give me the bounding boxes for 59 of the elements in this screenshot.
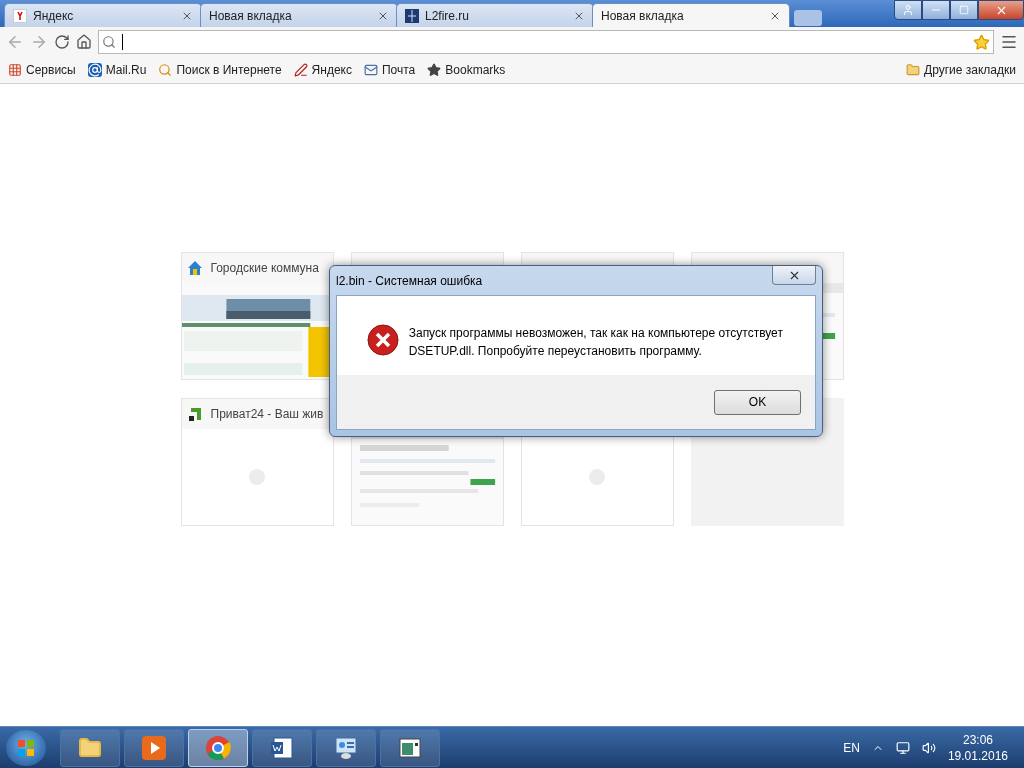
reload-icon[interactable] [54,34,70,50]
apps-grid-icon [8,63,22,77]
clock[interactable]: 23:06 19.01.2016 [947,732,1018,763]
profile-button[interactable] [894,0,922,20]
star-icon [427,63,442,77]
control-panel-icon [334,735,358,760]
window-icon [398,735,422,760]
bookmark-item[interactable]: Яндекс [293,63,352,77]
close-button[interactable] [978,0,1024,20]
taskbar-app[interactable] [124,728,184,767]
folder-icon [906,63,921,77]
search-icon [158,63,173,77]
user-icon [902,4,914,16]
chrome-icon [205,734,231,761]
browser-tab[interactable]: Яндекс [4,3,202,27]
play-icon [142,735,166,760]
other-bookmarks[interactable]: Другие закладки [906,63,1016,77]
site-tile[interactable]: Городские коммуна [180,252,334,380]
tile-title: Приват24 - Ваш жив [210,407,324,421]
letter-favicon-icon [13,8,27,23]
star-icon[interactable] [973,33,990,51]
bookmark-item[interactable]: Bookmarks [427,63,506,77]
dialog-title: l2.bin - Системная ошибка [336,273,484,288]
browser-tab[interactable]: Новая вкладка [592,3,790,27]
ok-button[interactable]: OK [714,389,801,415]
taskbar-app[interactable] [316,728,376,767]
browser-tab[interactable]: Новая вкладка [200,3,398,27]
network-icon[interactable] [895,740,910,755]
error-message: Запуск программы невозможен, так как на компьютере отсутствует DSETUP.dll. Попробуйте переустановить программу. [408,325,784,360]
minimize-button[interactable] [922,0,950,20]
maximize-icon [959,5,969,15]
start-button[interactable] [6,729,46,766]
at-sign-icon [87,63,102,77]
site-tile[interactable]: Приват24 - Ваш жив [180,398,334,526]
language-indicator[interactable]: EN [843,740,860,755]
menu-icon[interactable] [1000,33,1018,51]
envelope-icon [363,63,378,77]
bookmark-item[interactable]: Почта [363,63,416,77]
pen-icon [293,63,308,77]
house-icon [186,260,203,276]
taskbar-app[interactable] [252,728,312,767]
home-icon[interactable] [76,34,92,50]
bookmark-item[interactable]: Сервисы [8,63,76,77]
tile-title: Городские коммуна [210,261,319,275]
windows-logo-icon [17,738,35,757]
browser-tab[interactable]: L2fire.ru [396,3,594,27]
bookmark-item[interactable]: Поиск в Интернете [158,63,282,77]
site-favicon-icon [405,8,419,23]
volume-icon[interactable] [921,740,936,755]
taskbar-app[interactable] [60,728,120,767]
logo-icon [186,406,203,422]
folder-icon [78,735,102,760]
close-button[interactable] [772,266,816,285]
maximize-button[interactable] [950,0,978,20]
taskbar-app[interactable] [380,728,440,767]
bookmark-item[interactable]: Mail.Ru [87,63,147,77]
search-icon [102,35,116,49]
error-icon [367,324,399,356]
document-icon [270,735,294,760]
